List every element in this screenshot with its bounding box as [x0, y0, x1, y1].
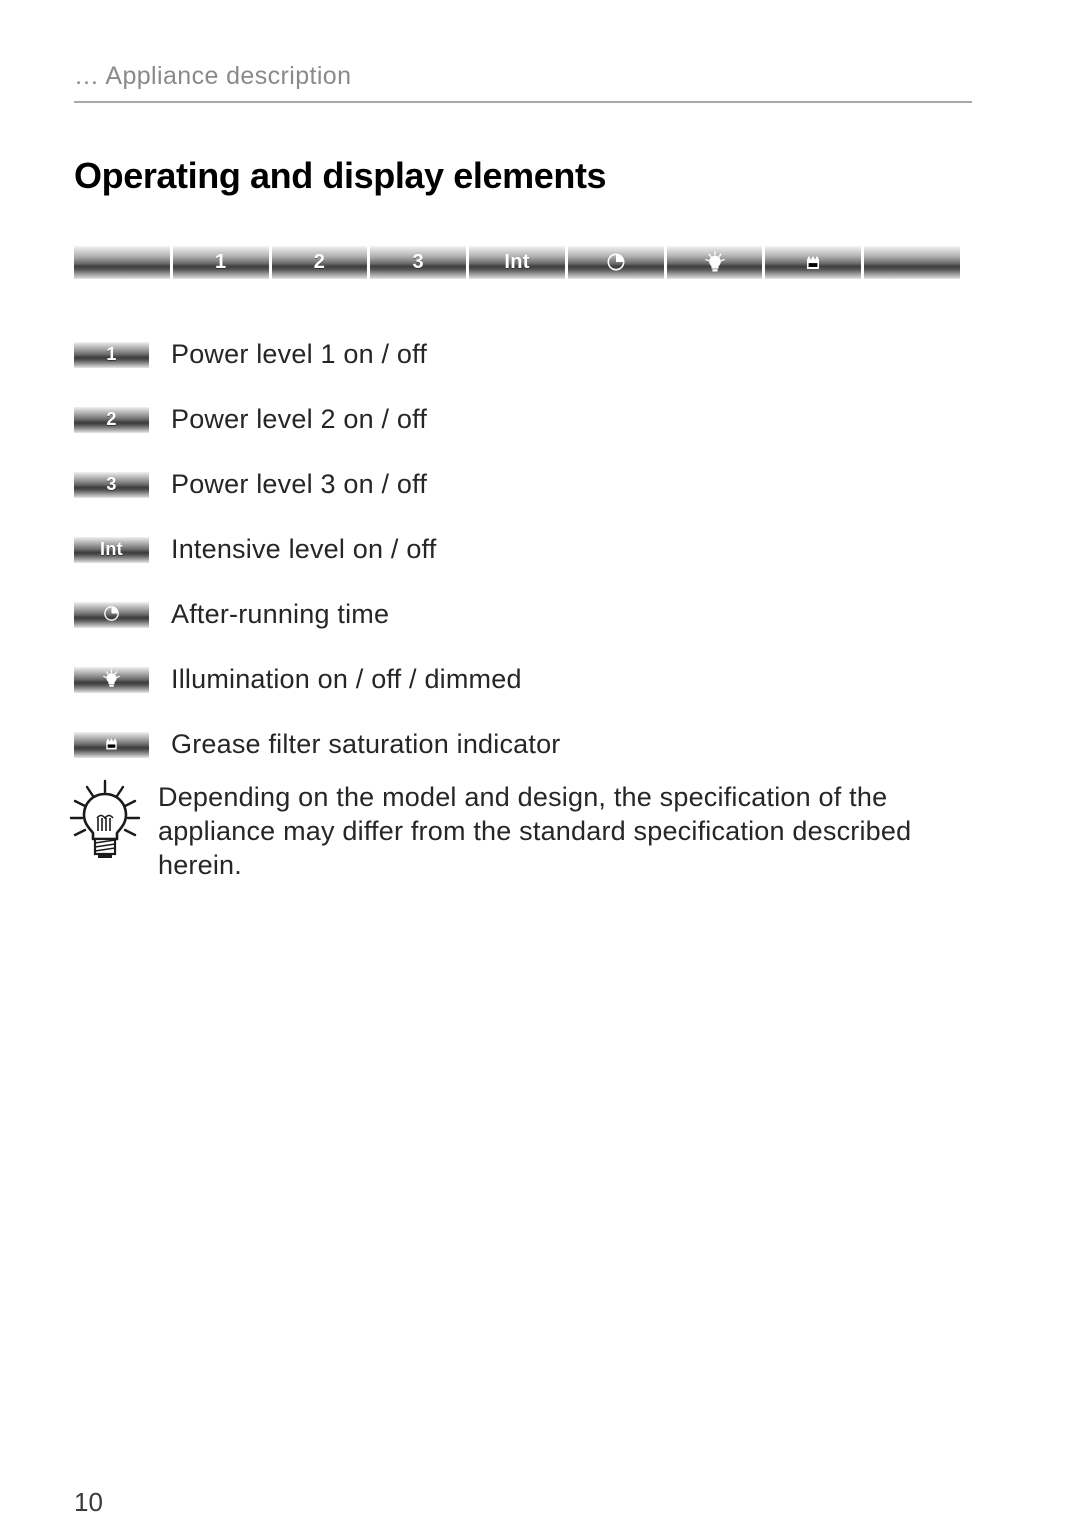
control-panel-segment-label: 2 [313, 250, 326, 273]
page-number: 10 [74, 1487, 103, 1517]
legend-button-swatch [74, 666, 149, 693]
control-panel-segment[interactable] [666, 246, 763, 279]
legend-row: Illumination on / off / dimmed [74, 647, 974, 712]
control-panel-segment-label: 3 [412, 250, 424, 273]
control-panel-strip: 1 2 3 Int [74, 246, 961, 279]
legend-button-swatch: 1 [74, 341, 149, 368]
note-block: Depending on the model and design, the s… [68, 778, 988, 882]
legend-button-label: 1 [106, 343, 117, 364]
control-panel-segment-label: 1 [214, 250, 227, 273]
legend-description: Intensive level on / off [171, 534, 437, 564]
legend-description: Illumination on / off / dimmed [171, 664, 522, 694]
tip-bulb-icon [69, 779, 141, 858]
legend-row: 3 Power level 3 on / off [74, 452, 974, 517]
legend-description: After-running time [171, 599, 390, 629]
legend-button-swatch [74, 601, 149, 628]
control-panel-segment[interactable] [567, 246, 664, 279]
legend-button-swatch: Int [74, 536, 149, 563]
control-panel-segment [864, 246, 961, 279]
grease-filter-icon [106, 738, 117, 750]
legend-description: Grease filter saturation indicator [171, 729, 561, 759]
after-running-timer-icon [104, 606, 119, 621]
control-panel-segment-label: Int [504, 250, 530, 273]
legend-row: 1 Power level 1 on / off [74, 322, 974, 387]
legend-row: 2 Power level 2 on / off [74, 387, 974, 452]
document-page: … Appliance description Operating and di… [0, 0, 1080, 1529]
legend-button-swatch: 2 [74, 406, 149, 433]
legend-description: Power level 3 on / off [171, 469, 428, 499]
light-bulb-icon [704, 250, 725, 272]
page-title: Operating and display elements [74, 155, 607, 197]
running-header: … Appliance description [74, 62, 352, 90]
legend-description: Power level 2 on / off [171, 404, 428, 434]
legend-button-label: 2 [106, 408, 117, 429]
control-panel-segment[interactable] [765, 246, 862, 279]
control-panel-segment[interactable]: 3 [370, 246, 467, 279]
legend-list: 1 Power level 1 on / off 2 Power level 2 on… [74, 322, 974, 777]
grease-filter-icon [807, 255, 820, 269]
legend-button-label: 3 [106, 473, 117, 494]
after-running-timer-icon [607, 253, 625, 270]
legend-button-swatch [74, 731, 149, 758]
control-panel-segment [74, 246, 170, 279]
legend-description: Power level 1 on / off [171, 339, 428, 369]
legend-row: Int Intensive level on / off [74, 517, 974, 582]
legend-row: After-running time [74, 582, 974, 647]
light-bulb-icon [103, 669, 120, 687]
legend-button-swatch: 3 [74, 471, 149, 498]
legend-button-label: Int [100, 538, 123, 559]
legend-row: Grease filter saturation indicator [74, 712, 974, 777]
control-panel-segment[interactable]: 2 [271, 246, 368, 279]
control-panel-segment[interactable]: 1 [172, 246, 269, 279]
control-panel-segment[interactable]: Int [469, 246, 565, 279]
header-divider [74, 101, 972, 103]
note-text: Depending on the model and design, the s… [158, 782, 912, 880]
